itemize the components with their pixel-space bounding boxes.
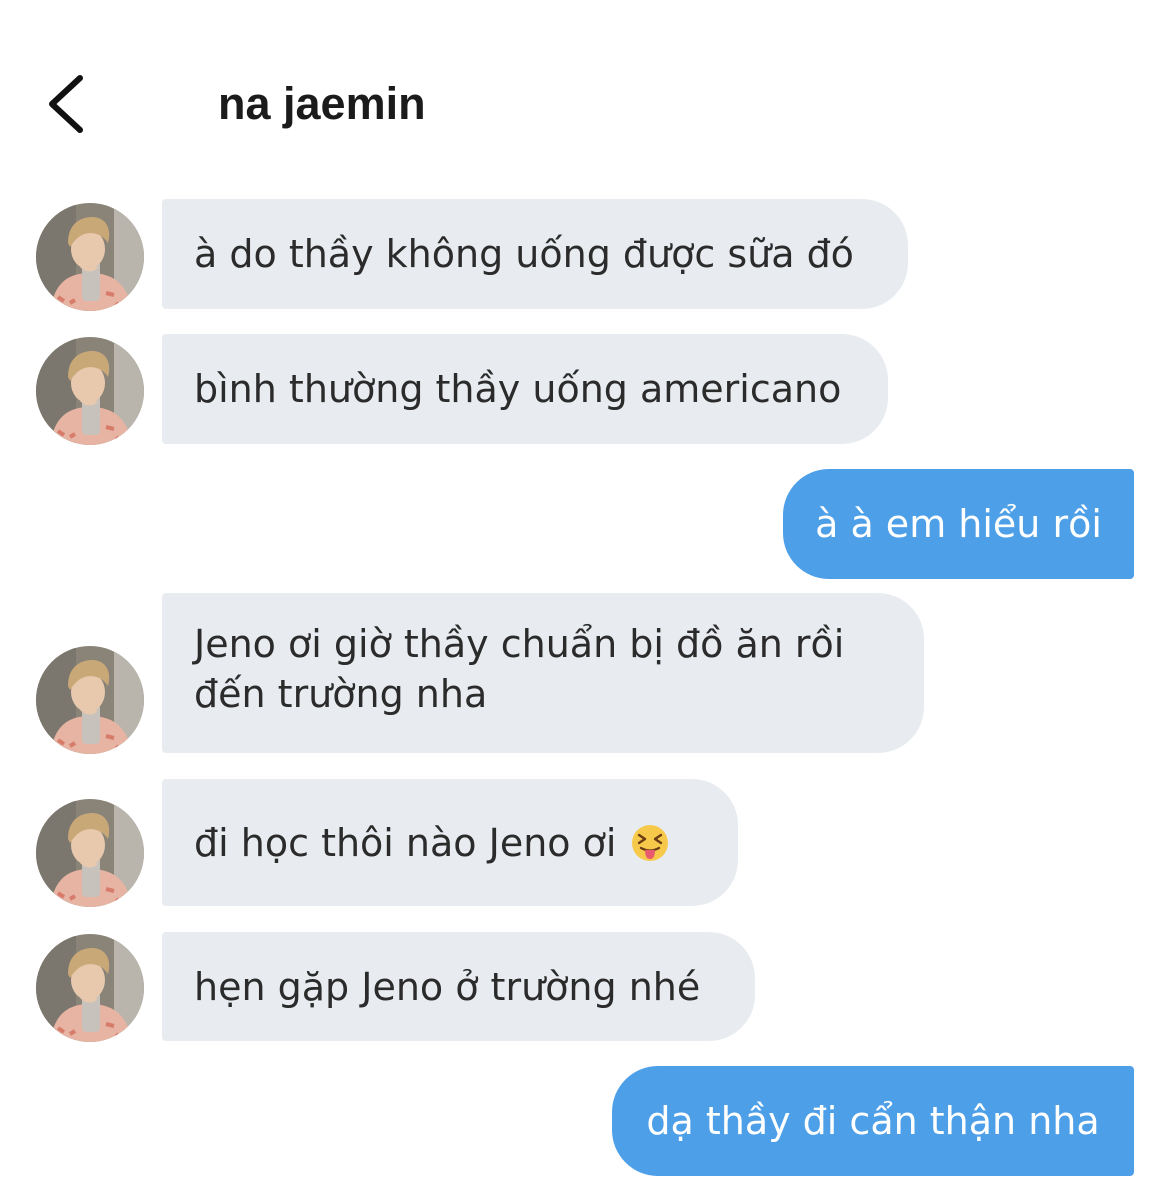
- avatar-photo: [36, 646, 144, 754]
- incoming-message[interactable]: bình thường thầy uống americano: [162, 334, 888, 444]
- avatar[interactable]: [36, 646, 144, 754]
- chevron-left-icon: [49, 75, 83, 133]
- incoming-message[interactable]: Jeno ơi giờ thầy chuẩn bị đồ ăn rồi đến …: [162, 593, 924, 753]
- outgoing-message[interactable]: dạ thầy đi cẩn thận nha: [612, 1066, 1134, 1176]
- outgoing-message[interactable]: à à em hiểu rồi: [783, 469, 1134, 579]
- incoming-message[interactable]: hẹn gặp Jeno ở trường nhé: [162, 932, 755, 1041]
- avatar-photo: [36, 337, 144, 445]
- incoming-message[interactable]: đi học thôi nào Jeno ơi: [162, 779, 738, 906]
- message-text: à à em hiểu rồi: [815, 502, 1102, 546]
- avatar[interactable]: [36, 799, 144, 907]
- message-text-line: Jeno ơi giờ thầy chuẩn bị đồ ăn rồi: [194, 622, 845, 666]
- message-text: bình thường thầy uống americano: [194, 367, 842, 411]
- message-text: dạ thầy đi cẩn thận nha: [646, 1099, 1100, 1143]
- avatar-photo: [36, 203, 144, 311]
- message-text: hẹn gặp Jeno ở trường nhé: [194, 964, 701, 1009]
- avatar[interactable]: [36, 934, 144, 1042]
- avatar[interactable]: [36, 337, 144, 445]
- squinting-tongue-emoji-icon: [630, 823, 670, 863]
- avatar-photo: [36, 934, 144, 1042]
- message-text: à do thầy không uống được sữa đó: [194, 232, 854, 276]
- conversation-title: na jaemin: [218, 78, 426, 129]
- message-text-line: đến trường nha: [194, 672, 488, 716]
- avatar-photo: [36, 799, 144, 907]
- back-button[interactable]: [38, 68, 98, 140]
- incoming-message[interactable]: à do thầy không uống được sữa đó: [162, 199, 908, 309]
- avatar[interactable]: [36, 203, 144, 311]
- message-text: đi học thôi nào Jeno ơi: [194, 820, 617, 865]
